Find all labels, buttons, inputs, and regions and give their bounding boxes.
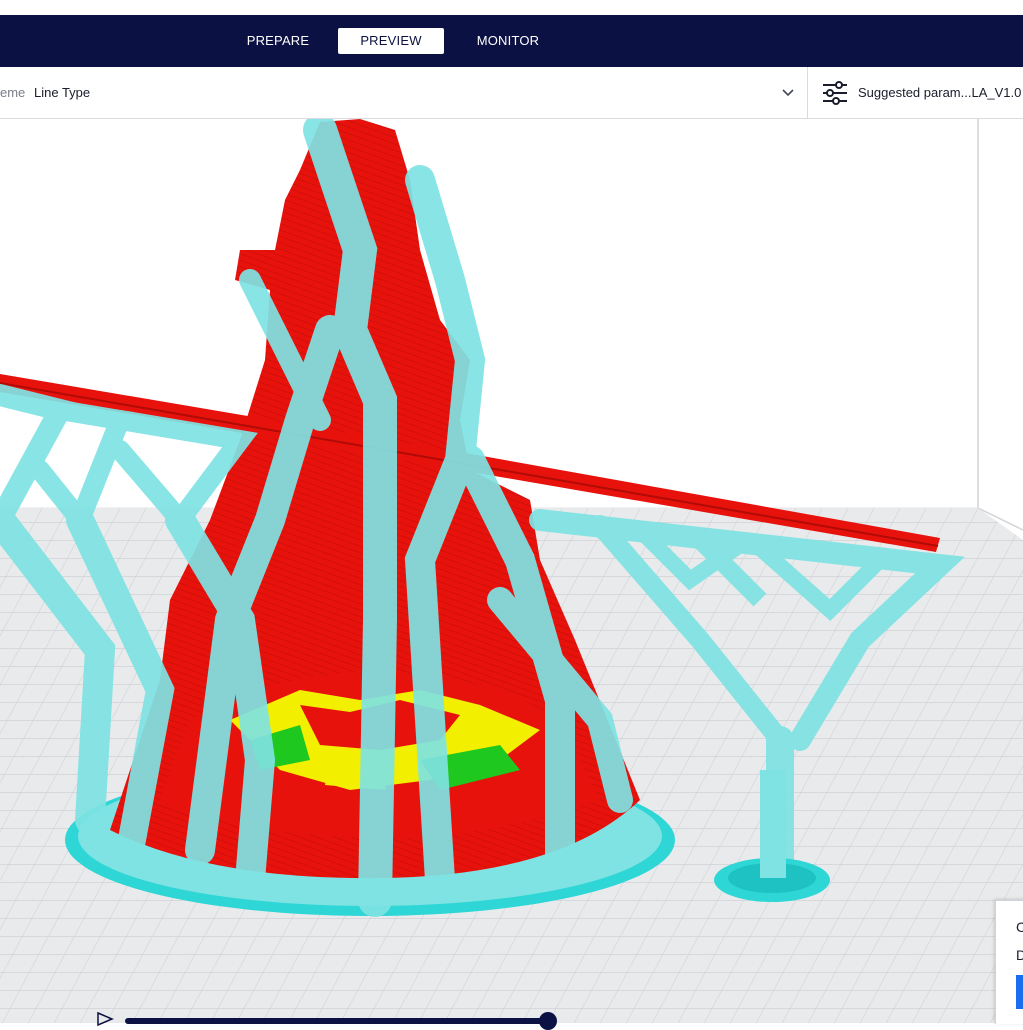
color-scheme-label: eme (0, 85, 26, 100)
panel-text-fragment-2: D (1016, 947, 1023, 963)
chevron-down-icon[interactable] (780, 84, 796, 100)
color-scheme-dropdown[interactable]: Line Type (34, 85, 90, 100)
layer-path-slider-handle[interactable] (539, 1012, 557, 1030)
print-action-panel: C D (995, 900, 1023, 1024)
window-top-strip (0, 0, 1023, 15)
view-toolbar: eme Line Type Suggested param...LA_V1.0 … (0, 67, 1023, 119)
layer-preview-canvas (0, 119, 1023, 1023)
print-settings-profile-button[interactable]: Suggested param...LA_V1.0 - (858, 85, 1023, 100)
panel-text-fragment-1: C (1016, 919, 1023, 935)
toolbar-divider (807, 67, 808, 119)
stage-navigation-bar: PREPARE PREVIEW MONITOR (0, 15, 1023, 67)
3d-preview-viewport[interactable] (0, 119, 1023, 1023)
tab-prepare[interactable]: PREPARE (232, 28, 324, 54)
settings-sliders-icon[interactable] (822, 81, 848, 105)
slice-action-button[interactable] (1016, 975, 1023, 1009)
layer-path-slider[interactable] (125, 1018, 550, 1024)
play-icon[interactable] (96, 1012, 114, 1026)
tab-monitor[interactable]: MONITOR (460, 28, 556, 54)
tab-preview[interactable]: PREVIEW (338, 28, 444, 54)
